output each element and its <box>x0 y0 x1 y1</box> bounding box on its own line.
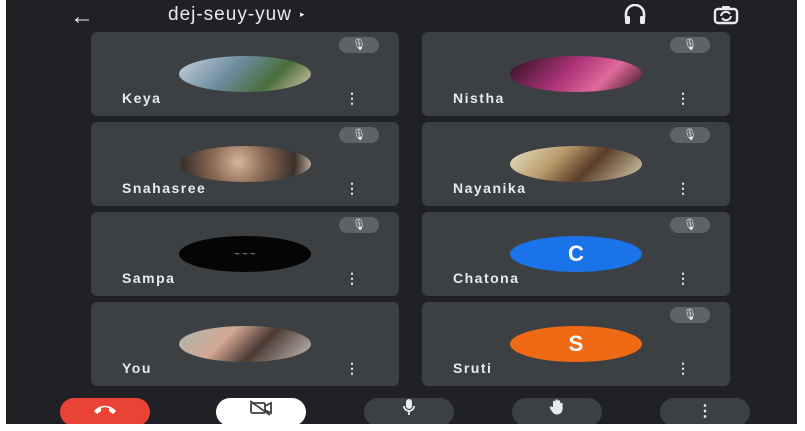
switch-camera-icon[interactable] <box>708 4 744 30</box>
participant-name: Snahasree <box>122 180 207 196</box>
more-options-icon[interactable]: ⋮ <box>345 269 359 287</box>
raise-hand-button[interactable] <box>512 398 602 424</box>
headphones-icon[interactable] <box>618 3 652 30</box>
hang-up-button[interactable] <box>60 398 150 424</box>
avatar: ~ ~ ~ <box>179 236 311 272</box>
mic-off-icon: 🎙 <box>670 37 710 53</box>
more-options-icon[interactable]: ⋮ <box>676 269 690 287</box>
mic-off-icon: 🎙 <box>339 217 379 233</box>
meeting-code[interactable]: dej-seuy-yuw ▸ <box>168 4 305 26</box>
participant-tile-you[interactable]: You ⋮ <box>91 302 399 386</box>
microphone-icon <box>403 399 415 415</box>
caret-right-icon: ▸ <box>299 9 306 20</box>
avatar <box>179 146 311 182</box>
participant-name: Sruti <box>453 360 493 376</box>
avatar <box>510 56 642 92</box>
microphone-button[interactable] <box>364 398 454 424</box>
camera-off-icon <box>249 400 272 416</box>
meet-screen: ← dej-seuy-yuw ▸ 🎙 Keya ⋮ 🎙 Nistha ⋮ 🎙 S… <box>6 0 797 424</box>
mic-off-icon: 🎙 <box>670 127 710 143</box>
avatar-initial: S <box>510 326 642 362</box>
participant-name: Nayanika <box>453 180 527 196</box>
participant-tile-sruti[interactable]: 🎙 S Sruti ⋮ <box>422 302 730 386</box>
participant-tile-snahasree[interactable]: 🎙 Snahasree ⋮ <box>91 122 399 206</box>
more-options-icon[interactable]: ⋮ <box>345 89 359 107</box>
avatar <box>510 146 642 182</box>
more-options-button[interactable]: ⋮ <box>660 398 750 424</box>
avatar <box>179 56 311 92</box>
more-options-icon[interactable]: ⋮ <box>345 179 359 197</box>
mic-off-icon: 🎙 <box>339 37 379 53</box>
participant-name: Sampa <box>122 270 176 286</box>
back-arrow-icon[interactable]: ← <box>66 5 98 29</box>
camera-off-button[interactable] <box>216 398 306 424</box>
avatar-initial: C <box>510 236 642 272</box>
mic-off-icon: 🎙 <box>670 307 710 323</box>
more-options-icon[interactable]: ⋮ <box>676 359 690 377</box>
participant-tile-nistha[interactable]: 🎙 Nistha ⋮ <box>422 32 730 116</box>
participant-tile-nayanika[interactable]: 🎙 Nayanika ⋮ <box>422 122 730 206</box>
mic-off-icon: 🎙 <box>339 127 379 143</box>
phone-hangup-icon <box>94 405 116 414</box>
mic-off-icon: 🎙 <box>670 217 710 233</box>
top-bar: ← dej-seuy-yuw ▸ <box>6 0 797 34</box>
more-options-icon[interactable]: ⋮ <box>345 359 359 377</box>
hand-icon <box>549 399 563 415</box>
participant-name: Chatona <box>453 270 520 286</box>
more-options-icon[interactable]: ⋮ <box>676 89 690 107</box>
participant-name: You <box>122 360 152 376</box>
participant-tile-keya[interactable]: 🎙 Keya ⋮ <box>91 32 399 116</box>
meeting-code-text: dej-seuy-yuw <box>168 4 292 25</box>
participant-tile-sampa[interactable]: 🎙 ~ ~ ~ Sampa ⋮ <box>91 212 399 296</box>
participant-name: Keya <box>122 90 162 106</box>
more-options-icon[interactable]: ⋮ <box>676 179 690 197</box>
participant-name: Nistha <box>453 90 505 106</box>
avatar <box>179 326 311 362</box>
participant-tile-chatona[interactable]: 🎙 C Chatona ⋮ <box>422 212 730 296</box>
